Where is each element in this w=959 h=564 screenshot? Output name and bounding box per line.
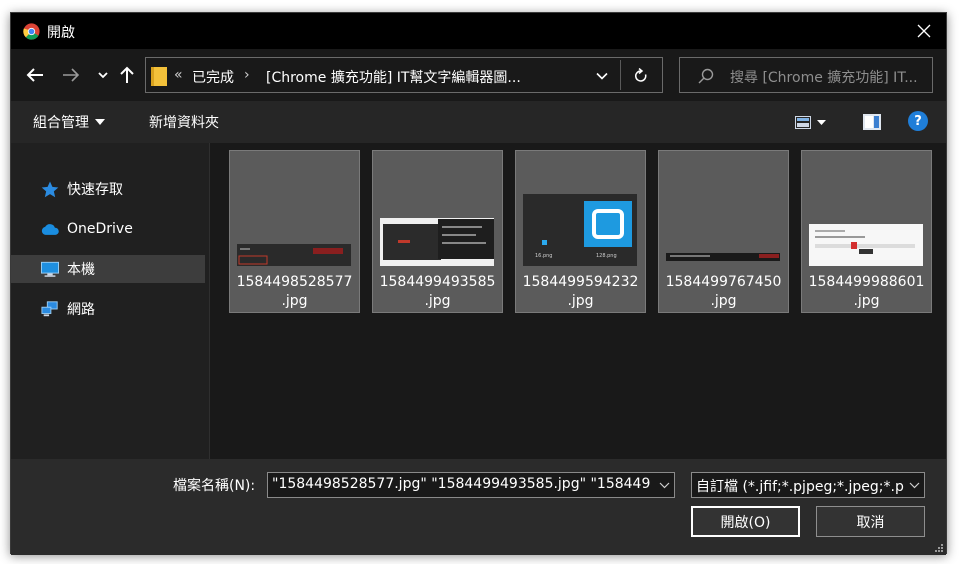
file-thumbnail: 16.png 128.png <box>521 156 640 274</box>
nav-item-network[interactable]: 網路 <box>11 295 205 323</box>
search-input[interactable]: 搜尋 [Chrome 擴充功能] IT... <box>679 57 933 93</box>
breadcrumb-completed[interactable]: 已完成 <box>192 67 234 87</box>
title-bar: 開啟 <box>11 13 946 49</box>
address-dropdown-button[interactable] <box>592 66 612 86</box>
file-name: 1584499493585 .jpg <box>379 274 496 309</box>
chevron-down-icon <box>659 482 669 488</box>
network-icon <box>41 300 59 318</box>
search-placeholder: 搜尋 [Chrome 擴充功能] IT... <box>730 70 918 86</box>
bottom-panel: 檔案名稱(N): "1584498528577.jpg" "1584499493… <box>11 459 946 555</box>
filetype-value: 自訂檔 (*.jfif;*.pjpeg;*.jpeg;*.p <box>696 479 904 495</box>
cancel-button[interactable]: 取消 <box>816 506 925 537</box>
file-name: 1584499767450 .jpg <box>665 274 782 309</box>
chrome-icon <box>23 23 40 40</box>
nav-item-label: 本機 <box>67 262 95 278</box>
computer-icon <box>41 260 59 278</box>
open-file-dialog: 開啟 « 已完成 › [Chrome 擴充功能] IT幫文字編輯器圖... 搜尋… <box>10 12 947 555</box>
thumb-label: 128.png <box>596 253 617 259</box>
caret-down-icon <box>95 119 105 125</box>
filename-dropdown-button[interactable] <box>654 473 674 497</box>
folder-icon <box>151 67 167 86</box>
new-folder-button[interactable]: 新增資料夾 <box>149 112 219 132</box>
file-name: 1584498528577 .jpg <box>236 274 353 309</box>
view-icon <box>795 115 811 129</box>
forward-button[interactable] <box>61 65 81 85</box>
refresh-button[interactable] <box>630 65 652 87</box>
filetype-dropdown-button[interactable] <box>904 473 924 497</box>
filetype-select[interactable]: 自訂檔 (*.jfif;*.pjpeg;*.jpeg;*.p <box>691 472 925 498</box>
command-toolbar: 組合管理 新增資料夾 ? <box>11 101 946 143</box>
file-item[interactable]: 16.png 128.png 1584499594232 .jpg <box>515 150 646 313</box>
arrow-left-icon <box>26 68 43 82</box>
file-item[interactable]: 1584498528577 .jpg <box>229 150 360 313</box>
breadcrumb-current-folder[interactable]: [Chrome 擴充功能] IT幫文字編輯器圖... <box>266 67 521 87</box>
caret-down-icon <box>817 119 826 125</box>
address-bar[interactable]: « 已完成 › [Chrome 擴充功能] IT幫文字編輯器圖... <box>145 57 663 93</box>
file-item[interactable]: 1584499767450 .jpg <box>658 150 789 313</box>
chevron-down-icon <box>909 482 919 488</box>
nav-item-this-pc[interactable]: 本機 <box>11 255 205 283</box>
preview-pane-icon[interactable] <box>863 114 881 130</box>
file-thumbnail <box>807 156 926 274</box>
chevron-down-icon <box>596 72 608 80</box>
close-button[interactable] <box>902 13 946 49</box>
up-button[interactable] <box>117 65 137 85</box>
help-button[interactable]: ? <box>908 111 928 131</box>
nav-item-onedrive[interactable]: OneDrive <box>11 215 205 243</box>
thumb-label: 16.png <box>535 253 552 259</box>
file-name: 1584499594232 .jpg <box>522 274 639 309</box>
organize-label: 組合管理 <box>33 115 89 131</box>
file-thumbnail <box>378 156 497 274</box>
open-button[interactable]: 開啟(O) <box>691 506 800 537</box>
refresh-icon <box>635 68 647 82</box>
resize-grip-icon[interactable] <box>934 543 944 553</box>
help-icon: ? <box>914 113 922 129</box>
breadcrumb-separator[interactable]: › <box>244 67 250 83</box>
file-item[interactable]: 1584499493585 .jpg <box>372 150 503 313</box>
star-icon <box>41 180 59 198</box>
navigation-pane: 快速存取 OneDrive 本機 網路 <box>11 143 209 459</box>
nav-item-quick-access[interactable]: 快速存取 <box>11 175 205 203</box>
file-item[interactable]: 1584499988601 .jpg <box>801 150 932 313</box>
file-thumbnail <box>235 156 354 274</box>
chevron-down-icon <box>98 72 108 79</box>
filename-field[interactable]: "1584498528577.jpg" "1584499493585.jpg" … <box>267 472 675 498</box>
file-name: 1584499988601 .jpg <box>808 274 925 309</box>
nav-item-label: OneDrive <box>67 221 133 237</box>
window-title: 開啟 <box>47 25 75 41</box>
filename-label: 檔案名稱(N): <box>173 478 256 494</box>
nav-item-label: 網路 <box>67 302 95 318</box>
close-icon <box>917 24 931 38</box>
file-list: 1584498528577 .jpg 1584499493585 .jpg 16… <box>210 143 946 459</box>
recent-locations-button[interactable] <box>93 65 113 85</box>
arrow-up-icon <box>120 66 134 83</box>
nav-item-label: 快速存取 <box>67 182 123 198</box>
arrow-right-icon <box>63 68 80 82</box>
cloud-icon <box>41 220 59 238</box>
back-button[interactable] <box>25 65 45 85</box>
change-view-button[interactable] <box>795 113 835 131</box>
address-row: « 已完成 › [Chrome 擴充功能] IT幫文字編輯器圖... 搜尋 [C… <box>11 49 946 101</box>
file-thumbnail <box>664 156 783 274</box>
breadcrumb-overflow[interactable]: « <box>174 67 183 83</box>
filename-value: "1584498528577.jpg" "1584499493585.jpg" … <box>272 476 651 492</box>
organize-button[interactable]: 組合管理 <box>33 112 105 132</box>
address-divider <box>620 60 621 90</box>
search-icon <box>698 68 714 84</box>
